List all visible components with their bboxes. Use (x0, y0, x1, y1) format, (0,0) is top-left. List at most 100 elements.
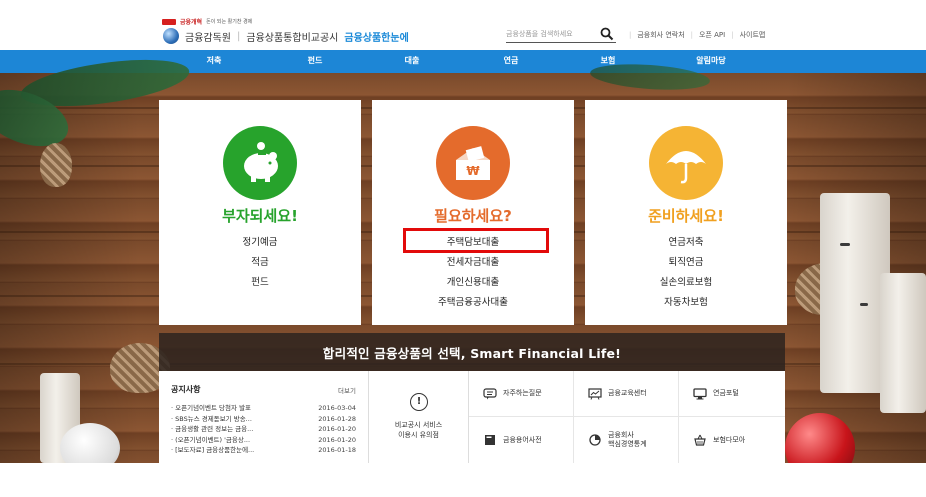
product-link-pension-savings[interactable]: 연금저축 (585, 233, 787, 253)
service-notice-line2: 이용시 유의점 (398, 431, 439, 439)
site-logo[interactable]: 금융감독원 | 금융상품통합비교공시 금융상품한눈에 (163, 28, 409, 44)
footer-strip (0, 463, 926, 497)
won-envelope-icon: ₩ (456, 146, 490, 180)
campaign-logo[interactable]: 금융개혁 돈이 되는 활기찬 경제 (162, 17, 252, 26)
search-box (506, 26, 616, 43)
notice-row-text: · 금융생활 관련 정보는 금융... (171, 425, 254, 433)
birch-mark-decoration (840, 243, 850, 246)
card-loans: ₩ 필요하세요? 주택담보대출 전세자금대출 개인신용대출 주택금융공사대출 (372, 100, 574, 325)
card-savings: 부자되세요! 정기예금 적금 펀드 (159, 100, 361, 325)
nav-loans[interactable]: 대출 (405, 55, 420, 66)
pinecone-decoration (40, 143, 72, 187)
notice-row-date: 2016-01-28 (318, 414, 356, 423)
notice-row[interactable]: · 오픈기념이벤트 당첨자 발표 2016-03-04 (171, 403, 356, 414)
product-link-hf-loan[interactable]: 주택금융공사대출 (372, 293, 574, 313)
quick-link-label: 금융교육센터 (608, 389, 647, 397)
quick-link-label: 연금포털 (713, 389, 739, 397)
quick-link-label-line1: 금융회사 (608, 431, 634, 439)
pie-chart-icon (589, 434, 601, 446)
loans-title: 필요하세요? (434, 207, 512, 225)
product-link-medical-insurance[interactable]: 실손의료보험 (585, 273, 787, 293)
sitemap-link[interactable]: 사이트맵 (740, 30, 766, 40)
quick-links: 자주하는질문 금융교육센터 연금포털 금융용어사전 금융회사 핵심경영통계 보험… (469, 371, 785, 463)
notice-row[interactable]: · 금융생활 관련 정보는 금융... 2016-01-20 (171, 424, 356, 435)
dictionary-icon (485, 435, 495, 445)
open-api-link[interactable]: 오픈 API (699, 30, 725, 40)
campaign-tagline: 돈이 되는 활기찬 경제 (206, 19, 253, 25)
product-link-fund[interactable]: 펀드 (159, 273, 361, 293)
quick-link-label-line2: 핵심경영통계 (608, 440, 647, 448)
notice-row[interactable]: · [보도자료] 금융상품한눈에... 2016-01-18 (171, 445, 356, 456)
birch-mark-decoration (860, 303, 868, 306)
card-retirement: 준비하세요! 연금저축 퇴직연금 실손의료보험 자동차보험 (585, 100, 787, 325)
notice-row-text: · (오픈기념이벤트) '금융상... (171, 435, 251, 444)
campaign-brand: 금융개혁 (180, 19, 203, 26)
quick-link-faq[interactable]: 자주하는질문 (469, 371, 574, 417)
umbrella-icon (666, 151, 706, 184)
notice-header: 공지사항 더보기 (171, 384, 356, 395)
svg-text:₩: ₩ (466, 164, 480, 178)
savings-title: 부자되세요! (222, 207, 298, 225)
notice-title: 공지사항 (171, 385, 201, 394)
nav-funds[interactable]: 펀드 (308, 55, 323, 66)
notice-row-date: 2016-01-20 (318, 435, 356, 444)
quick-link-company-stats[interactable]: 금융회사 핵심경영통계 (574, 417, 679, 463)
notice-row-text: · 오픈기념이벤트 당첨자 발표 (171, 404, 252, 412)
quick-link-education[interactable]: 금융교육센터 (574, 371, 679, 417)
product-link-jeonse-loan[interactable]: 전세자금대출 (372, 253, 574, 273)
service-notice-line1: 비교공시 서비스 (394, 421, 443, 429)
link-separator: | (731, 31, 734, 39)
nav-pension[interactable]: 연금 (504, 55, 519, 66)
exclamation-icon: ! (410, 393, 428, 411)
search-icon[interactable] (600, 27, 614, 41)
product-link-car-insurance[interactable]: 자동차보험 (585, 293, 787, 313)
org-name: 금융감독원 (185, 32, 231, 44)
page: 금융개혁 돈이 되는 활기찬 경제 금융감독원 | 금융상품통합비교공시 금융상… (0, 0, 926, 497)
notice-more-link[interactable]: 더보기 (338, 385, 356, 395)
savings-circle (223, 126, 297, 200)
notice-row[interactable]: · SBS뉴스 경제돋보기 방송... 2016-01-28 (171, 414, 356, 425)
search-input[interactable] (506, 30, 594, 38)
link-separator: | (629, 31, 632, 39)
basket-icon (694, 434, 706, 446)
quick-link-insurance-damoa[interactable]: 보험다모아 (679, 417, 785, 463)
loans-circle: ₩ (436, 126, 510, 200)
product-link-personal-credit-loan[interactable]: 개인신용대출 (372, 273, 574, 293)
monitor-icon (693, 387, 707, 399)
retirement-circle (649, 126, 723, 200)
notice-row[interactable]: · (오픈기념이벤트) '금융상... 2016-01-20 (171, 435, 356, 446)
highlight-annotation-box (403, 228, 549, 253)
service-name: 금융상품통합비교공시 (246, 32, 339, 44)
notice-row-text: · SBS뉴스 경제돋보기 방송... (171, 414, 252, 423)
product-link-installment-savings[interactable]: 적금 (159, 253, 361, 273)
retirement-title: 준비하세요! (648, 207, 724, 225)
notice-board: 공지사항 더보기 · 오픈기념이벤트 당첨자 발표 2016-03-04 · S… (159, 371, 369, 463)
savings-items: 정기예금 적금 펀드 (159, 233, 361, 293)
notice-row-text: · [보도자료] 금융상품한눈에... (171, 446, 255, 454)
header: 금융개혁 돈이 되는 활기찬 경제 금융감독원 | 금융상품통합비교공시 금융상… (0, 0, 926, 50)
bottom-panel: 공지사항 더보기 · 오픈기념이벤트 당첨자 발표 2016-03-04 · S… (159, 371, 785, 463)
notice-row-date: 2016-01-18 (318, 446, 356, 454)
nav-savings[interactable]: 저축 (207, 55, 222, 66)
company-contacts-link[interactable]: 금융회사 연락처 (637, 30, 684, 40)
campaign-mark-icon (162, 18, 176, 25)
slogan-banner: 합리적인 금융상품의 선택, Smart Financial Life! (159, 333, 785, 371)
nav-notices[interactable]: 알림마당 (696, 55, 725, 66)
piggy-bank-icon (244, 142, 278, 182)
service-notice-link[interactable]: ! 비교공시 서비스 이용시 유의점 (369, 371, 469, 463)
fss-globe-icon (163, 28, 179, 44)
site-name: 금융상품한눈에 (344, 32, 409, 44)
product-link-retirement-pension[interactable]: 퇴직연금 (585, 253, 787, 273)
retirement-items: 연금저축 퇴직연금 실손의료보험 자동차보험 (585, 233, 787, 313)
link-separator: | (690, 31, 694, 39)
service-notice-label: 비교공시 서비스 이용시 유의점 (369, 420, 468, 440)
quick-link-dictionary[interactable]: 금융용어사전 (469, 417, 574, 463)
birch-log-decoration (880, 273, 926, 413)
quick-link-label: 금융용어사전 (503, 435, 542, 444)
quick-link-label: 금융회사 핵심경영통계 (608, 431, 647, 449)
product-link-time-deposit[interactable]: 정기예금 (159, 233, 361, 253)
education-icon (588, 387, 602, 400)
quick-link-label: 보험다모아 (713, 435, 746, 444)
quick-link-pension-portal[interactable]: 연금포털 (679, 371, 785, 417)
quick-link-label: 자주하는질문 (503, 389, 542, 397)
